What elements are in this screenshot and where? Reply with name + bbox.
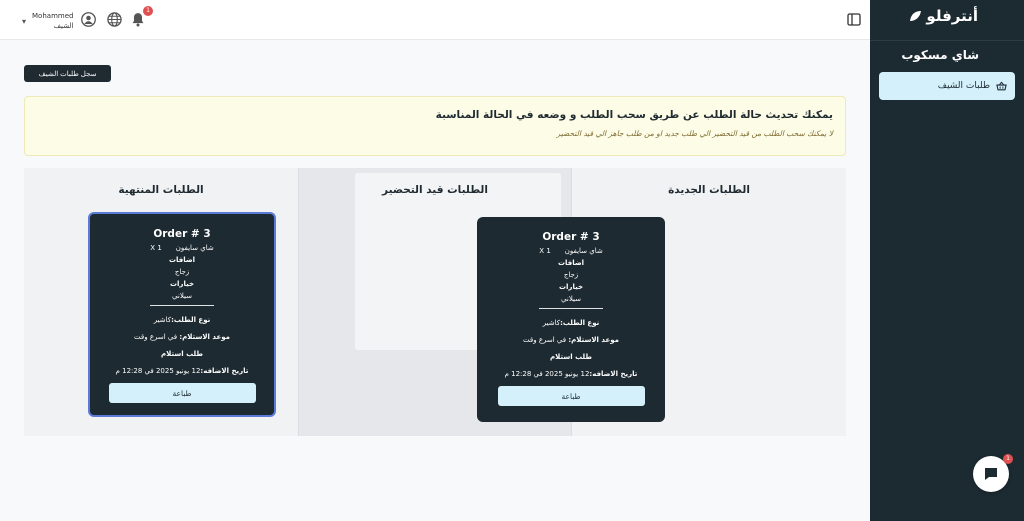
pickup-time: موعد الاستلام: في اسرع وقت bbox=[523, 336, 619, 344]
column-title: الطلبات الجديدة bbox=[668, 184, 750, 196]
order-title: Order # 3 bbox=[153, 228, 211, 240]
order-card[interactable]: Order # 3 شاي سايفون 1 X اضافات زجاج خيا… bbox=[88, 212, 276, 417]
options-label: خيارات bbox=[170, 280, 194, 288]
addons-label: اضافات bbox=[168, 256, 196, 264]
options-label: خيارات bbox=[559, 283, 583, 291]
item-qty: 1 X bbox=[150, 244, 162, 252]
globe-icon[interactable] bbox=[106, 11, 122, 27]
user-menu[interactable]: ▾ Mohammed الشيف bbox=[22, 11, 73, 31]
sidebar-item-chef-orders[interactable]: طلبات الشيف bbox=[879, 72, 1015, 100]
leaf-icon bbox=[910, 11, 922, 21]
item-name: شاي سايفون bbox=[564, 247, 603, 255]
divider bbox=[539, 308, 603, 309]
order-type: نوع الطلب:كاشير bbox=[542, 319, 600, 327]
divider bbox=[150, 305, 214, 306]
chevron-down-icon[interactable]: ▾ bbox=[22, 17, 26, 26]
sidebar: أنترفلو شاي مسكوب طلبات الشيف bbox=[870, 0, 1024, 521]
chef-orders-history-button[interactable]: سجل طلبات الشيف bbox=[24, 65, 111, 82]
notifications-button[interactable]: 1 bbox=[130, 6, 153, 27]
logo-text: أنترفلو bbox=[926, 7, 978, 25]
sidebar-item-label: طلبات الشيف bbox=[937, 81, 990, 91]
chat-button[interactable]: 1 bbox=[973, 454, 1013, 492]
option-value: سيلاني bbox=[561, 295, 581, 303]
column-finished-orders[interactable]: الطلبات المنتهية Order # 3 شاي سايفون 1 … bbox=[24, 168, 298, 436]
column-title: الطلبات المنتهية bbox=[118, 184, 204, 196]
avatar-icon[interactable] bbox=[80, 11, 96, 27]
chat-badge: 1 bbox=[1003, 454, 1013, 464]
order-item: شاي سايفون 1 X bbox=[90, 244, 274, 252]
orders-board: الطلبات المنتهية Order # 3 شاي سايفون 1 … bbox=[24, 168, 846, 436]
request-type: طلب استلام bbox=[550, 353, 592, 361]
order-title: Order # 3 bbox=[542, 231, 600, 243]
added-date: تاريخ الاضافه:12 يونيو 2025 في 12:28 م bbox=[115, 367, 249, 375]
top-bar: ▾ Mohammed الشيف 1 bbox=[0, 0, 870, 40]
order-card-dragging[interactable]: Order # 3 شاي سايفون 1 X اضافات زجاج خيا… bbox=[477, 217, 665, 422]
added-date: تاريخ الاضافه:12 يونيو 2025 في 12:28 م bbox=[504, 370, 638, 378]
divider bbox=[870, 40, 1024, 41]
addon-value: زجاج bbox=[563, 271, 579, 279]
print-button[interactable]: طباعة bbox=[108, 383, 256, 403]
option-value: سيلاني bbox=[172, 292, 192, 300]
info-notice: يمكنك تحديث حالة الطلب عن طريق سحب الطلب… bbox=[24, 96, 846, 156]
item-name: شاي سايفون bbox=[175, 244, 214, 252]
notice-title: يمكنك تحديث حالة الطلب عن طريق سحب الطلب… bbox=[435, 109, 833, 121]
addon-value: زجاج bbox=[174, 268, 190, 276]
print-button[interactable]: طباعة bbox=[497, 386, 645, 406]
sidebar-toggle-icon[interactable] bbox=[846, 11, 862, 27]
addons-label: اضافات bbox=[557, 259, 585, 267]
user-name: Mohammed bbox=[32, 12, 74, 20]
basket-icon bbox=[996, 81, 1007, 91]
pickup-time: موعد الاستلام: في اسرع وقت bbox=[134, 333, 230, 341]
order-type: نوع الطلب:كاشير bbox=[153, 316, 211, 324]
notification-badge: 1 bbox=[143, 6, 153, 16]
org-name: شاي مسكوب bbox=[901, 48, 979, 62]
notice-subtitle: لا يمكنك سحب الطلب من قيد التحضير الي طل… bbox=[556, 129, 833, 138]
item-qty: 1 X bbox=[539, 247, 551, 255]
user-info: Mohammed الشيف bbox=[32, 11, 73, 31]
order-item: شاي سايفون 1 X bbox=[477, 247, 665, 255]
request-type: طلب استلام bbox=[161, 350, 203, 358]
chat-icon bbox=[985, 468, 997, 480]
user-role: الشيف bbox=[53, 22, 74, 30]
app-logo[interactable]: أنترفلو bbox=[909, 7, 978, 25]
column-title: الطلبات قيد التحضير bbox=[382, 184, 488, 196]
